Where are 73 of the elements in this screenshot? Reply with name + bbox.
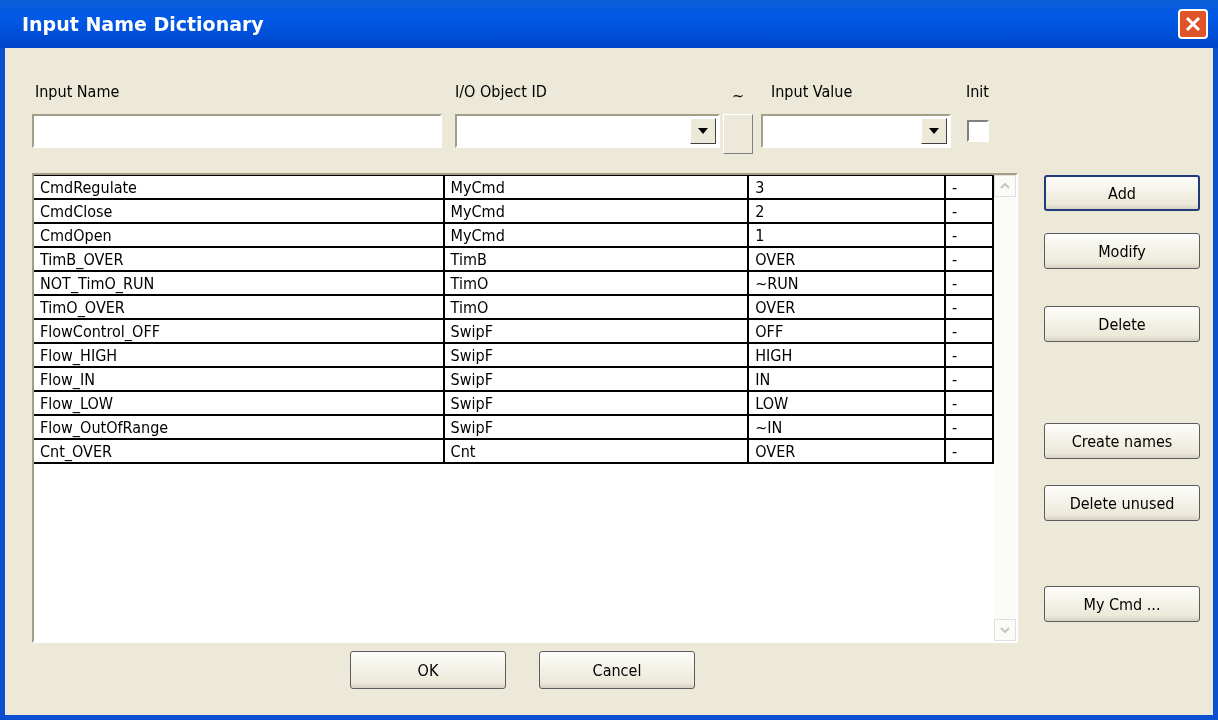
table-cell: - <box>945 175 993 199</box>
scroll-up-icon[interactable] <box>994 175 1016 197</box>
table-cell: Flow_IN <box>34 367 444 391</box>
table-cell: Flow_OutOfRange <box>34 415 444 439</box>
table-cell: OVER <box>748 247 946 271</box>
table-cell: Cnt <box>443 439 749 463</box>
table-cell: CmdOpen <box>34 223 444 247</box>
table-cell: 2 <box>748 199 946 223</box>
table-cell: SwipF <box>443 391 749 415</box>
field-label: I/O Object ID <box>455 82 548 103</box>
table-cell: IN <box>748 367 946 391</box>
scrollbar[interactable] <box>994 175 1016 641</box>
object-id-dropdown[interactable] <box>455 114 720 148</box>
list-row[interactable]: CmdClose MyCmd 2 - <box>34 199 993 223</box>
dialog-button[interactable]: Create names <box>1044 423 1200 459</box>
table-cell: NOT_TimO_RUN <box>34 271 444 295</box>
table-cell: Cnt_OVER <box>34 439 444 463</box>
table-cell: OFF <box>748 319 946 343</box>
table-cell: CmdClose <box>34 199 444 223</box>
table-cell: OVER <box>748 439 946 463</box>
list-row[interactable]: Flow_OutOfRange SwipF ~IN - <box>34 415 993 439</box>
list-row[interactable]: FlowControl_OFF SwipF OFF - <box>34 319 993 343</box>
close-icon <box>1184 15 1202 33</box>
table-cell: LOW <box>748 391 946 415</box>
table-cell: 3 <box>748 175 946 199</box>
negate-button[interactable] <box>723 114 753 154</box>
table-cell: Flow_HIGH <box>34 343 444 367</box>
field-label: Init <box>966 82 989 103</box>
dialog-button[interactable]: Cancel <box>539 651 695 689</box>
list-row[interactable]: CmdRegulate MyCmd 3 - <box>34 175 993 199</box>
table-cell: TimO_OVER <box>34 295 444 319</box>
table-cell: CmdRegulate <box>34 175 444 199</box>
table-cell: FlowControl_OFF <box>34 319 444 343</box>
list-row[interactable]: Cnt_OVER Cnt OVER - <box>34 439 993 463</box>
list-row[interactable]: TimB_OVER TimB OVER - <box>34 247 993 271</box>
field-label: Input Name <box>34 82 121 103</box>
field-label: Input Value <box>770 82 854 103</box>
list-row[interactable]: Flow_HIGH SwipF HIGH - <box>34 343 993 367</box>
close-button[interactable] <box>1178 9 1208 39</box>
table-cell: TimO <box>443 295 749 319</box>
list-row[interactable]: Flow_IN SwipF IN - <box>34 367 993 391</box>
list-row[interactable]: TimO_OVER TimO OVER - <box>34 295 993 319</box>
dialog-button[interactable]: Modify <box>1044 233 1200 269</box>
table-cell: TimO <box>443 271 749 295</box>
table-cell: SwipF <box>443 319 749 343</box>
init-checkbox[interactable] <box>966 120 989 142</box>
table-cell: MyCmd <box>443 223 749 247</box>
table-cell: MyCmd <box>443 175 749 199</box>
list-row[interactable]: CmdOpen MyCmd 1 - <box>34 223 993 247</box>
table-cell: TimB <box>443 247 749 271</box>
field-label: ~ <box>731 85 745 107</box>
dialog-button[interactable]: My Cmd ... <box>1044 586 1200 622</box>
table-cell: ~IN <box>748 415 946 439</box>
table-cell: Flow_LOW <box>34 391 444 415</box>
table-cell: TimB_OVER <box>34 247 444 271</box>
table-cell: ~RUN <box>748 271 946 295</box>
list-row[interactable]: Flow_LOW SwipF LOW - <box>34 391 993 415</box>
dialog-button[interactable]: Delete <box>1044 306 1200 342</box>
window-title: Input Name Dictionary <box>22 13 264 35</box>
table-cell: MyCmd <box>443 199 749 223</box>
table-cell: SwipF <box>443 367 749 391</box>
table-cell: SwipF <box>443 343 749 367</box>
list-row[interactable]: NOT_TimO_RUN TimO ~RUN - <box>34 271 993 295</box>
scroll-down-icon[interactable] <box>994 619 1016 641</box>
dialog-button[interactable]: Add <box>1044 175 1200 211</box>
table-cell: 1 <box>748 223 946 247</box>
table-cell: HIGH <box>748 343 946 367</box>
dialog-button[interactable]: OK <box>350 651 506 689</box>
dialog-button[interactable]: Delete unused <box>1044 485 1200 521</box>
input-name-field[interactable] <box>32 114 442 148</box>
table-cell: SwipF <box>443 415 749 439</box>
table-cell: OVER <box>748 295 946 319</box>
input-value-dropdown[interactable] <box>761 114 951 148</box>
